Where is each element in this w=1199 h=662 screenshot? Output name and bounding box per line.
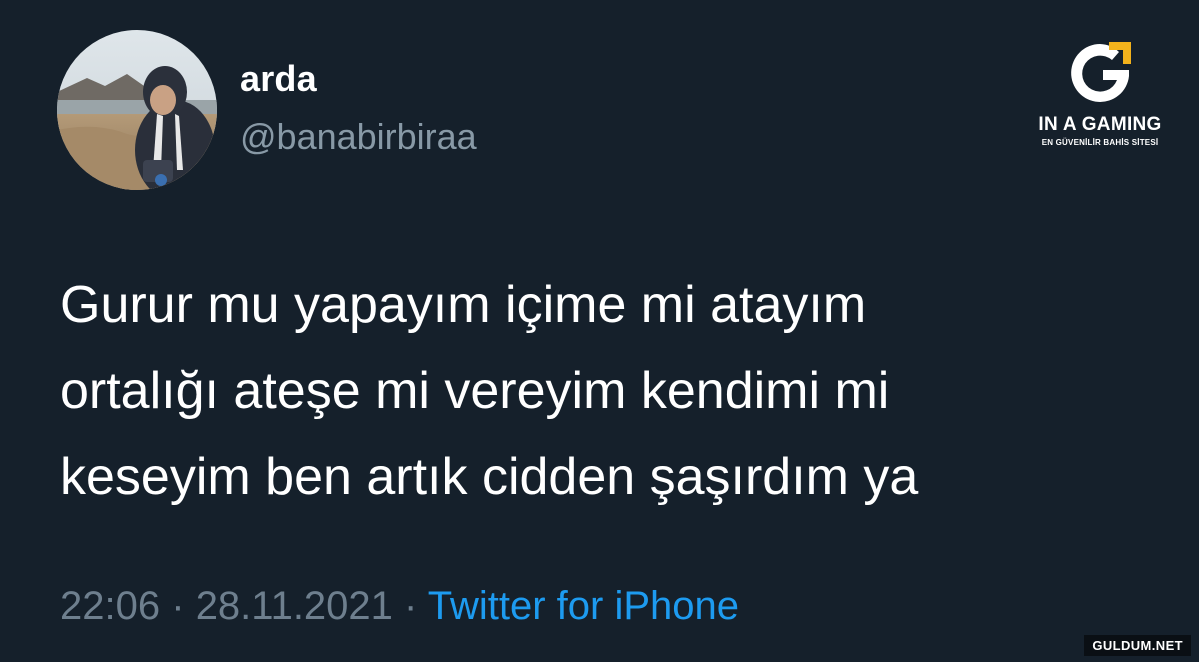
- profile-photo: [57, 30, 217, 190]
- site-watermark: GULDUM.NET: [1084, 635, 1191, 656]
- user-handle[interactable]: @banabirbiraa: [240, 116, 477, 158]
- tweet-metadata: 22:06 · 28.11.2021 · Twitter for iPhone: [60, 584, 739, 629]
- tweet-line: Gurur mu yapayım içime mi atayım: [60, 276, 867, 334]
- separator-dot: ·: [171, 584, 185, 628]
- tweet-line: keseyim ben artık cidden şaşırdım ya: [60, 448, 919, 506]
- display-name[interactable]: arda: [240, 58, 317, 100]
- g-logo-icon: [1071, 42, 1131, 102]
- brand-name: IN A GAMING: [1038, 114, 1162, 135]
- tweet-text: Gurur mu yapayım içime mi atayım ortalığ…: [60, 262, 1140, 520]
- tweet-line: ortalığı ateşe mi vereyim kendimi mi: [60, 362, 890, 420]
- brand-overlay: IN A GAMING EN GÜVENİLİR BAHİS SİTESİ: [1020, 38, 1180, 158]
- avatar[interactable]: [57, 30, 217, 190]
- separator-dot: ·: [404, 584, 418, 628]
- tweet-source-link[interactable]: Twitter for iPhone: [428, 584, 739, 628]
- tweet-time[interactable]: 22:06: [60, 584, 160, 628]
- tweet-date[interactable]: 28.11.2021: [196, 584, 393, 628]
- brand-tagline: EN GÜVENİLİR BAHİS SİTESİ: [1041, 138, 1159, 147]
